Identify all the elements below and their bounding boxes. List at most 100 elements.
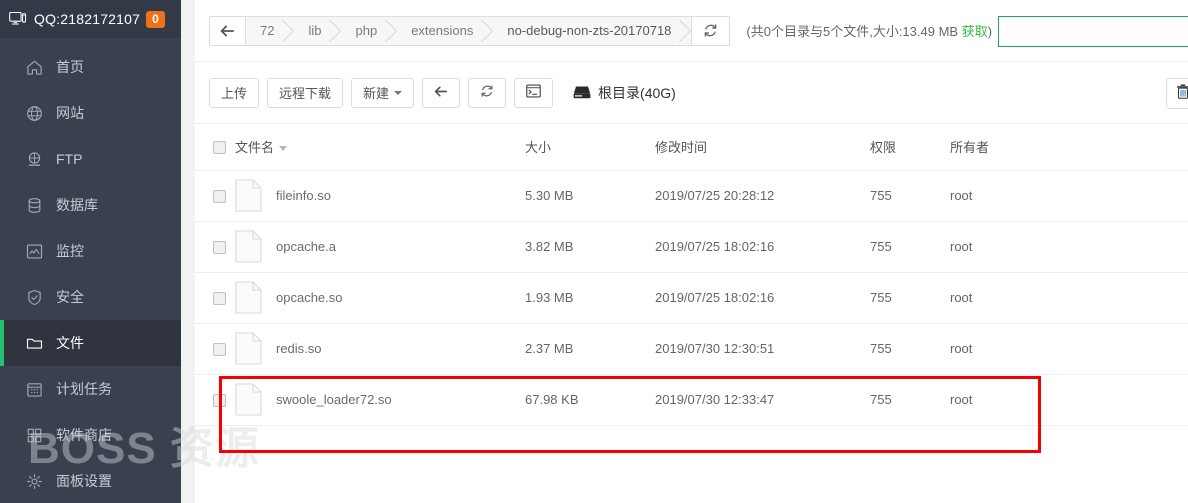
sidebar-header: QQ:2182172107 0 <box>0 0 181 38</box>
row-size-cell: 5.30 MB <box>525 170 655 222</box>
fetch-size-link[interactable]: 获取 <box>962 24 988 39</box>
sidebar-item-files[interactable]: 文件 <box>0 320 181 366</box>
file-toolbar: 上传 远程下载 新建 根目录(40G) <box>195 62 1188 124</box>
column-header-perm[interactable]: 权限 <box>870 124 950 171</box>
sidebar-nav: 首页 网站 FTP 数据库 监控 安全 文件 计划任务 软件商店 面板设置 <box>0 38 181 503</box>
directory-status-text: (共0个目录与5个文件,大小:13.49 MB <box>746 24 962 39</box>
sidebar-item-panel-settings[interactable]: 面板设置 <box>0 458 181 503</box>
sidebar-item-website[interactable]: 网站 <box>0 90 181 136</box>
file-icon <box>235 281 262 314</box>
row-name-cell: opcache.so <box>235 272 525 324</box>
row-select-cell <box>195 374 235 426</box>
file-name-label[interactable]: redis.so <box>276 341 322 356</box>
row-size-cell: 67.98 KB <box>525 374 655 426</box>
row-mtime-cell: 2019/07/30 12:33:47 <box>655 374 870 426</box>
column-header-name-label: 文件名 <box>235 140 275 156</box>
row-perm-cell[interactable]: 755 <box>870 221 950 273</box>
table-row[interactable]: redis.so 2.37 MB 2019/07/30 12:30:51 755… <box>195 323 1188 375</box>
row-owner-cell[interactable]: root <box>950 323 1070 375</box>
gear-icon <box>25 472 43 490</box>
chevron-down-icon <box>279 146 288 152</box>
file-table-body: fileinfo.so 5.30 MB 2019/07/25 20:28:12 … <box>195 170 1188 426</box>
row-perm-cell[interactable]: 755 <box>870 323 950 375</box>
globe-icon <box>25 104 43 122</box>
breadcrumb-item[interactable]: no-debug-non-zts-20170718 <box>493 16 692 45</box>
sidebar-item-label: 文件 <box>56 335 84 351</box>
file-name-label[interactable]: fileinfo.so <box>276 188 331 203</box>
row-owner-cell[interactable]: root <box>950 170 1070 222</box>
row-perm-cell[interactable]: 755 <box>870 374 950 426</box>
breadcrumb: 72 lib php extensions no-debug-non-zts-2… <box>209 15 693 46</box>
delete-button[interactable] <box>1166 78 1188 109</box>
file-name-label[interactable]: swoole_loader72.so <box>276 392 392 407</box>
database-icon <box>25 196 43 214</box>
column-header-name[interactable]: 文件名 <box>235 124 525 171</box>
breadcrumb-item[interactable]: extensions <box>397 16 494 45</box>
row-size-cell: 3.82 MB <box>525 221 655 273</box>
breadcrumb-item[interactable]: 72 <box>246 16 295 45</box>
sidebar-item-database[interactable]: 数据库 <box>0 182 181 228</box>
table-row[interactable]: swoole_loader72.so 67.98 KB 2019/07/30 1… <box>195 374 1188 426</box>
file-name-label[interactable]: opcache.so <box>276 290 343 305</box>
row-actions-cell <box>1070 272 1188 324</box>
file-icon <box>235 179 262 212</box>
row-name-cell: redis.so <box>235 323 525 375</box>
row-checkbox[interactable] <box>213 241 226 255</box>
refresh-button[interactable] <box>468 77 507 108</box>
row-checkbox[interactable] <box>213 343 226 357</box>
row-actions-cell <box>1070 374 1188 426</box>
row-owner-cell[interactable]: root <box>950 374 1070 426</box>
column-header-owner[interactable]: 所有者 <box>950 124 1070 171</box>
disk-root-text: 根目录(40G) <box>598 84 676 101</box>
sidebar: QQ:2182172107 0 首页 网站 FTP 数据库 监控 安全 文件 计… <box>0 0 181 503</box>
sidebar-item-appstore[interactable]: 软件商店 <box>0 412 181 458</box>
sidebar-item-ftp[interactable]: FTP <box>0 136 181 182</box>
row-perm-cell[interactable]: 755 <box>870 272 950 324</box>
sidebar-item-home[interactable]: 首页 <box>0 44 181 90</box>
layout-gutter <box>181 0 195 503</box>
new-button-label: 新建 <box>363 86 390 101</box>
row-perm-cell[interactable]: 755 <box>870 170 950 222</box>
search-input[interactable] <box>998 16 1188 47</box>
file-name-label[interactable]: opcache.a <box>276 239 336 254</box>
row-checkbox[interactable] <box>213 292 226 306</box>
select-all-checkbox[interactable] <box>213 141 226 155</box>
breadcrumb-item[interactable]: php <box>341 16 398 45</box>
terminal-button[interactable] <box>514 77 554 108</box>
select-all-header <box>195 124 235 171</box>
row-select-cell <box>195 221 235 273</box>
shield-icon <box>25 288 43 306</box>
sidebar-item-security[interactable]: 安全 <box>0 274 181 320</box>
notification-badge[interactable]: 0 <box>146 10 165 28</box>
row-checkbox[interactable] <box>213 190 226 204</box>
row-owner-cell[interactable]: root <box>950 221 1070 273</box>
column-header-mtime[interactable]: 修改时间 <box>655 124 870 171</box>
column-header-actions <box>1070 124 1188 171</box>
arrow-left-icon <box>434 85 448 100</box>
row-checkbox[interactable] <box>213 394 226 408</box>
arrow-left-icon[interactable] <box>210 16 246 45</box>
upload-button[interactable]: 上传 <box>209 77 260 108</box>
sidebar-item-label: 首页 <box>56 59 84 75</box>
sidebar-item-label: 监控 <box>56 243 84 259</box>
row-select-cell <box>195 170 235 222</box>
row-owner-cell[interactable]: root <box>950 272 1070 324</box>
row-name-cell: opcache.a <box>235 221 525 273</box>
back-button[interactable] <box>422 77 461 108</box>
sidebar-item-cron[interactable]: 计划任务 <box>0 366 181 412</box>
row-select-cell <box>195 323 235 375</box>
table-row[interactable]: fileinfo.so 5.30 MB 2019/07/25 20:28:12 … <box>195 170 1188 222</box>
monitor-icon <box>9 12 27 26</box>
sidebar-item-label: FTP <box>56 151 83 167</box>
column-header-size[interactable]: 大小 <box>525 124 655 171</box>
sidebar-item-label: 软件商店 <box>56 427 112 443</box>
table-row[interactable]: opcache.so 1.93 MB 2019/07/25 18:02:16 7… <box>195 272 1188 324</box>
new-button[interactable]: 新建 <box>351 77 415 108</box>
disk-root-label[interactable]: 根目录(40G) <box>573 83 676 103</box>
sidebar-item-monitor[interactable]: 监控 <box>0 228 181 274</box>
sidebar-item-label: 安全 <box>56 289 84 305</box>
table-row[interactable]: opcache.a 3.82 MB 2019/07/25 18:02:16 75… <box>195 221 1188 273</box>
remote-download-button[interactable]: 远程下载 <box>267 77 344 108</box>
refresh-icon[interactable] <box>692 15 731 46</box>
breadcrumb-item[interactable]: lib <box>294 16 342 45</box>
